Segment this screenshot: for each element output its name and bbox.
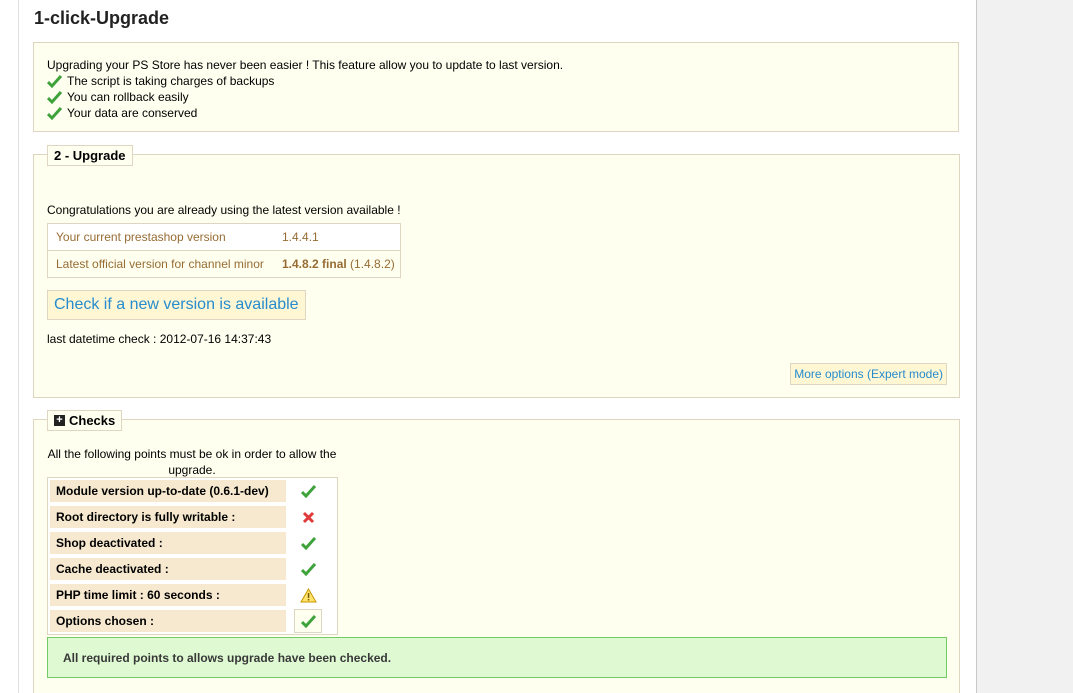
feature-item: The script is taking charges of backups — [47, 73, 274, 89]
last-check-text: last datetime check : 2012-07-16 14:37:4… — [47, 332, 272, 346]
check-new-version-button[interactable]: Check if a new version is available — [47, 290, 306, 320]
check-row: Module version up-to-date (0.6.1-dev) — [48, 478, 337, 504]
left-gutter — [0, 0, 19, 693]
version-value: 1.4.4.1 — [282, 230, 319, 244]
upgrade-panel: 2 - Upgrade Congratulations you are alre… — [33, 145, 960, 398]
check-row: Root directory is fully writable : — [48, 504, 337, 530]
intro-text: Upgrading your PS Store has never been e… — [47, 58, 564, 72]
upgrade-legend-label: 2 - Upgrade — [54, 148, 126, 163]
check-row: PHP time limit : 60 seconds : — [48, 582, 337, 608]
check-icon[interactable] — [294, 609, 322, 633]
check-label: Cache deactivated : — [50, 558, 286, 580]
right-gutter — [976, 0, 1073, 693]
error-x-icon — [288, 511, 328, 524]
checks-legend-label: Checks — [69, 413, 116, 428]
expert-mode-button[interactable]: More options (Expert mode) — [790, 363, 947, 385]
check-icon — [288, 484, 328, 498]
check-row: Options chosen : — [48, 608, 337, 634]
version-label: Latest official version for channel mino… — [56, 257, 264, 271]
checks-table: Module version up-to-date (0.6.1-dev) Ro… — [47, 477, 338, 635]
check-label: Root directory is fully writable : — [50, 506, 286, 528]
feature-label: The script is taking charges of backups — [67, 74, 275, 88]
check-row: Shop deactivated : — [48, 530, 337, 556]
version-value-cell: 1.4.8.2 final (1.4.8.2) — [282, 257, 400, 271]
page-title: 1-click-Upgrade — [34, 8, 170, 28]
success-message: All required points to allows upgrade ha… — [47, 637, 947, 678]
check-label: Shop deactivated : — [50, 532, 286, 554]
version-row-current: Your current prestashop version 1.4.4.1 — [48, 224, 400, 250]
intro-box: Upgrading your PS Store has never been e… — [33, 42, 959, 132]
latest-version-extra: (1.4.8.2) — [350, 257, 395, 271]
check-label: Options chosen : — [50, 610, 286, 632]
check-icon — [288, 562, 328, 576]
check-label: PHP time limit : 60 seconds : — [50, 584, 286, 606]
checks-panel: + Checks All the following points must b… — [33, 410, 960, 693]
version-label: Your current prestashop version — [56, 230, 226, 244]
version-table: Your current prestashop version 1.4.4.1 … — [47, 223, 401, 278]
check-icon — [47, 90, 62, 104]
check-icon — [47, 74, 62, 88]
feature-label: Your data are conserved — [67, 106, 198, 120]
checks-legend[interactable]: + Checks — [47, 410, 123, 431]
congrats-text: Congratulations you are already using th… — [47, 203, 401, 217]
feature-label: You can rollback easily — [67, 90, 189, 104]
upgrade-legend: 2 - Upgrade — [47, 145, 133, 166]
check-label: Module version up-to-date (0.6.1-dev) — [50, 480, 286, 502]
version-row-latest: Latest official version for channel mino… — [48, 250, 400, 277]
expand-icon[interactable]: + — [54, 415, 65, 426]
check-icon — [288, 536, 328, 550]
checks-intro: All the following points must be ok in o… — [47, 447, 337, 477]
feature-item: Your data are conserved — [47, 105, 197, 121]
latest-version: 1.4.8.2 final — [282, 257, 347, 271]
check-row: Cache deactivated : — [48, 556, 337, 582]
warning-icon — [288, 587, 328, 603]
feature-item: You can rollback easily — [47, 89, 189, 105]
check-icon — [47, 106, 62, 120]
